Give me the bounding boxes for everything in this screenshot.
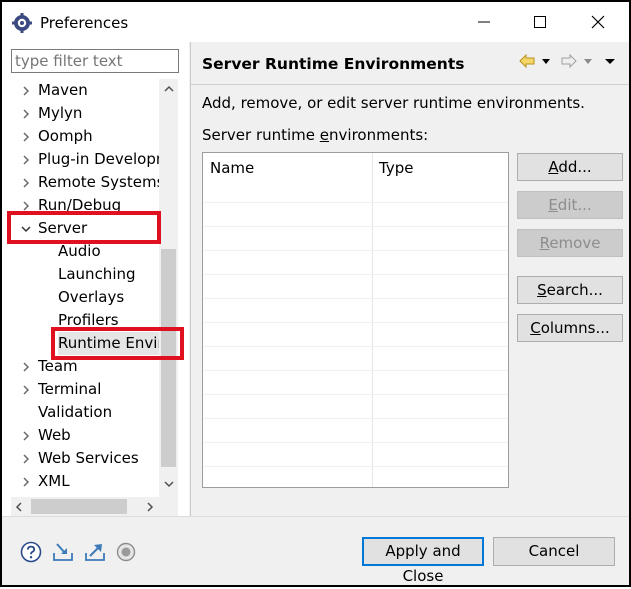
- tree-horizontal-scrollbar[interactable]: [11, 497, 159, 516]
- column-header-name[interactable]: Name: [210, 159, 254, 177]
- tree-vertical-scrollbar[interactable]: [159, 79, 178, 497]
- chevron-right-icon[interactable]: [20, 453, 32, 465]
- help-icon[interactable]: [20, 541, 42, 563]
- mnemonic-letter: e: [319, 126, 330, 144]
- table-row-divider: [203, 298, 508, 299]
- tree-item[interactable]: Overlays: [2, 286, 159, 309]
- table-row-divider: [203, 370, 508, 371]
- scroll-left-icon[interactable]: [13, 501, 25, 513]
- edit-button[interactable]: Edit...: [517, 191, 623, 219]
- table-row-divider: [203, 346, 508, 347]
- tree-item[interactable]: Web Services: [2, 447, 159, 470]
- tree-item[interactable]: Plug-in Developm: [2, 148, 159, 171]
- import-icon[interactable]: [52, 541, 74, 563]
- filter-input[interactable]: [11, 49, 179, 73]
- preferences-tree-panel: Maven Mylyn Oomph Plug-in Developm Remote Sy…: [2, 42, 189, 516]
- scroll-right-icon[interactable]: [144, 501, 156, 513]
- window-title: Preferences: [40, 14, 129, 32]
- tree-item[interactable]: Mylyn: [2, 102, 159, 125]
- tree-item-label: Maven: [38, 81, 88, 99]
- chevron-right-icon[interactable]: [20, 154, 32, 166]
- cancel-button[interactable]: Cancel: [493, 537, 615, 566]
- export-icon[interactable]: [84, 541, 106, 563]
- server-highlight-box: [7, 211, 161, 244]
- remove-button[interactable]: Remove: [517, 229, 623, 257]
- tree-item[interactable]: Launching: [2, 263, 159, 286]
- mnemonic-letter: E: [548, 196, 558, 214]
- back-arrow-icon[interactable]: [519, 54, 535, 68]
- horizontal-scroll-thumb[interactable]: [31, 499, 127, 514]
- maximize-icon[interactable]: [528, 10, 552, 34]
- tree-item[interactable]: XML: [2, 470, 159, 493]
- tree-item[interactable]: Remote Systems: [2, 171, 159, 194]
- table-row-divider: [203, 394, 508, 395]
- tree-item-label: Validation: [38, 403, 113, 421]
- tree-item-label: Plug-in Developm: [38, 150, 159, 168]
- view-menu-icon[interactable]: [604, 54, 616, 68]
- runtime-list-label: Server runtime environments:: [202, 126, 429, 144]
- tree-item-label: Web Services: [38, 449, 139, 467]
- column-separator: [372, 153, 373, 487]
- mnemonic-letter: S: [537, 281, 547, 299]
- scrollbar-corner: [159, 497, 178, 516]
- tree-item-label: Web: [38, 426, 71, 444]
- search-button[interactable]: Search...: [517, 276, 623, 304]
- page-description: Add, remove, or edit server runtime envi…: [202, 94, 585, 112]
- preferences-tree: Maven Mylyn Oomph Plug-in Developm Remote Sy…: [2, 79, 159, 497]
- tree-item-label: Launching: [58, 265, 136, 283]
- table-row-divider: [203, 322, 508, 323]
- column-header-type[interactable]: Type: [379, 159, 413, 177]
- tree-item[interactable]: Web: [2, 424, 159, 447]
- page-title: Server Runtime Environments: [202, 55, 465, 73]
- close-icon[interactable]: [586, 10, 610, 34]
- chevron-right-icon[interactable]: [20, 476, 32, 488]
- mnemonic-letter: R: [539, 234, 550, 252]
- table-row-divider: [203, 226, 508, 227]
- forward-arrow-icon[interactable]: [561, 54, 577, 68]
- apply-and-close-button[interactable]: Apply and Close: [362, 537, 484, 585]
- tree-item[interactable]: Maven: [2, 79, 159, 102]
- tree-item[interactable]: Terminal: [2, 378, 159, 401]
- chevron-right-icon[interactable]: [20, 108, 32, 120]
- chevron-right-icon[interactable]: [20, 361, 32, 373]
- table-row-divider: [203, 466, 508, 467]
- minimize-icon[interactable]: [472, 10, 496, 34]
- chevron-right-icon[interactable]: [20, 177, 32, 189]
- add-button[interactable]: Add...: [517, 153, 623, 181]
- table-row-divider: [203, 202, 508, 203]
- server-runtime-page: Server Runtime Environments Add, remove,…: [191, 42, 629, 516]
- eclipse-gear-icon: [12, 13, 32, 33]
- scroll-up-icon[interactable]: [163, 83, 175, 95]
- chevron-right-icon[interactable]: [20, 384, 32, 396]
- table-row-divider: [203, 418, 508, 419]
- back-dropdown-icon[interactable]: [541, 54, 551, 68]
- tree-item-label: Oomph: [38, 127, 93, 145]
- mnemonic-letter: A: [548, 158, 559, 176]
- forward-dropdown-icon[interactable]: [583, 54, 593, 68]
- title-bar: Preferences: [2, 2, 629, 42]
- table-row-divider: [203, 250, 508, 251]
- scroll-down-icon[interactable]: [163, 478, 175, 490]
- record-icon[interactable]: [115, 541, 137, 563]
- header-divider: [191, 84, 629, 85]
- tree-item-label: Terminal: [38, 380, 102, 398]
- tree-item-label: XML: [38, 472, 70, 490]
- columns-button[interactable]: Columns...: [517, 314, 623, 342]
- table-row-divider: [203, 442, 508, 443]
- chevron-right-icon[interactable]: [20, 85, 32, 97]
- chevron-right-icon[interactable]: [20, 430, 32, 442]
- runtime-environments-table[interactable]: Name Type: [202, 152, 509, 488]
- tree-item-label: Mylyn: [38, 104, 83, 122]
- tree-item[interactable]: Oomph: [2, 125, 159, 148]
- tree-item-label: Overlays: [58, 288, 125, 306]
- runtime-highlight-box: [51, 327, 184, 360]
- tree-item[interactable]: Validation: [2, 401, 159, 424]
- chevron-right-icon[interactable]: [20, 131, 32, 143]
- tree-item-label: Remote Systems: [38, 173, 159, 191]
- mnemonic-letter: C: [530, 319, 541, 337]
- table-row-divider: [203, 274, 508, 275]
- page-header: Server Runtime Environments: [191, 42, 629, 84]
- dialog-footer: Apply and Close Cancel: [2, 517, 629, 585]
- preferences-window: Preferences Maven Mylyn Oomph Plug-in Devel…: [0, 0, 631, 587]
